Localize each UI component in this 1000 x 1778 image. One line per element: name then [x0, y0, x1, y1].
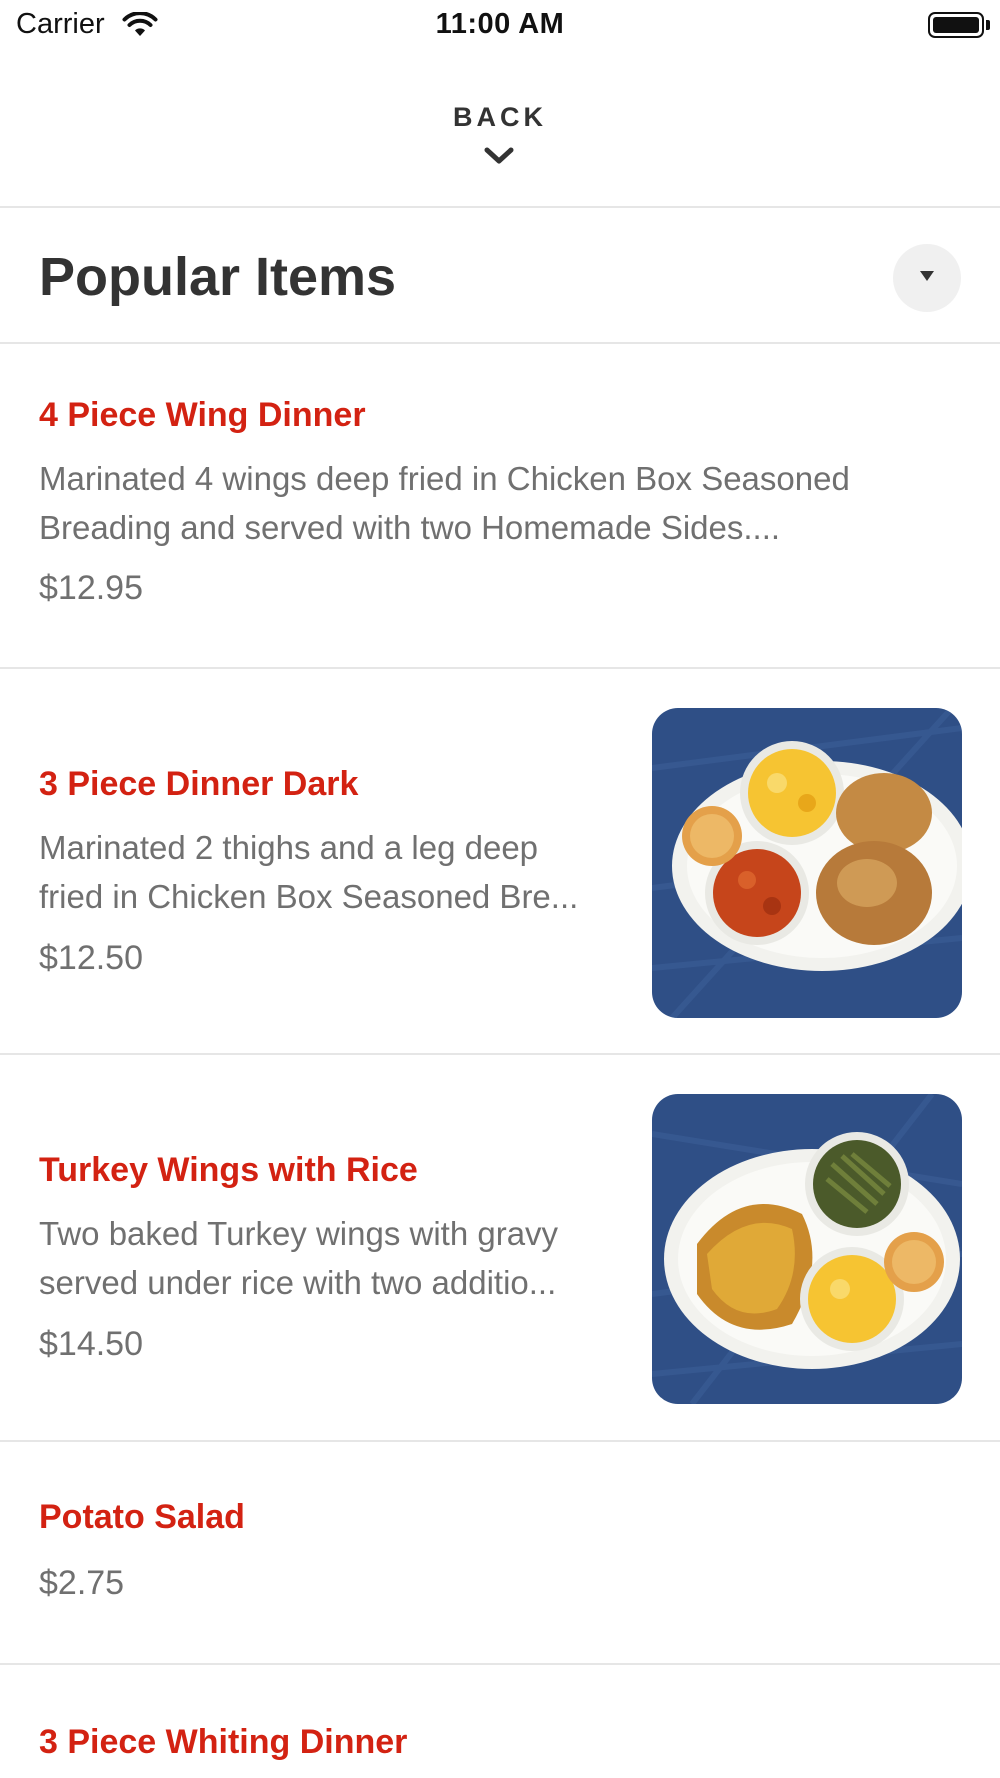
menu-item[interactable]: Potato Salad $2.75 [0, 1442, 1000, 1665]
item-name: Potato Salad [39, 1498, 245, 1536]
item-description: Marinated 2 thighs and a leg deep fried … [39, 823, 619, 921]
section-title: Popular Items [39, 247, 397, 307]
item-name: Turkey Wings with Rice [39, 1151, 418, 1189]
section-header: Popular Items [0, 208, 1000, 344]
item-price: $14.50 [39, 1325, 143, 1363]
item-name: 3 Piece Dinner Dark [39, 765, 359, 803]
section-dropdown-button[interactable] [893, 244, 961, 312]
menu-item[interactable]: Turkey Wings with Rice Two baked Turkey … [0, 1055, 1000, 1442]
item-description-line: Marinated 4 wings deep fried in Chicken … [39, 460, 850, 497]
back-header[interactable]: BACK [0, 50, 1000, 208]
menu-item[interactable]: 3 Piece Dinner Dark Marinated 2 thighs a… [0, 669, 1000, 1055]
item-description-line: served under rice with two additio... [39, 1264, 557, 1301]
item-price: $2.75 [39, 1564, 125, 1602]
battery-icon [928, 12, 984, 38]
menu-item[interactable]: 3 Piece Whiting Dinner [0, 1665, 1000, 1778]
item-name: 3 Piece Whiting Dinner [39, 1723, 408, 1761]
battery-cap [986, 20, 990, 30]
item-description-line: fried in Chicken Box Seasoned Bre... [39, 878, 579, 915]
item-price: $12.50 [39, 939, 143, 977]
item-price: $12.95 [39, 569, 143, 607]
back-button[interactable]: BACK [0, 102, 1000, 133]
item-name: 4 Piece Wing Dinner [39, 396, 366, 434]
item-photo [652, 708, 962, 1018]
status-time: 11:00 AM [435, 8, 565, 40]
item-description: Two baked Turkey wings with gravy served… [39, 1209, 619, 1307]
status-bar: Carrier 11:00 AM [0, 0, 1000, 50]
item-photo [652, 1094, 962, 1404]
menu-item[interactable]: 4 Piece Wing Dinner Marinated 4 wings de… [0, 344, 1000, 669]
item-description-line: Breading and served with two Homemade Si… [39, 509, 781, 546]
chevron-down-icon[interactable] [484, 146, 514, 171]
item-description: Marinated 4 wings deep fried in Chicken … [39, 454, 969, 552]
item-description-line: Two baked Turkey wings with gravy [39, 1215, 559, 1252]
item-description-line: Marinated 2 thighs and a leg deep [39, 829, 539, 866]
caret-down-icon [919, 269, 935, 287]
